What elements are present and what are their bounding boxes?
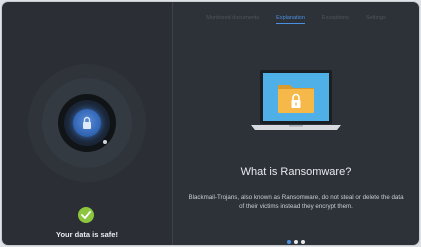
pager-dot-2[interactable]: [294, 240, 298, 244]
content-panel: Monitored documents Explanation Exceptio…: [173, 2, 419, 245]
app-window: Your data is safe! Monitored documents E…: [2, 2, 419, 245]
explanation-body: Blackmail-Trojans, also known as Ransomw…: [188, 194, 404, 210]
indicator-dot: [103, 140, 107, 144]
tab-explanation[interactable]: Explanation: [276, 15, 305, 24]
laptop-folder-lock-icon: [251, 70, 341, 130]
tab-exceptions[interactable]: Exceptions: [322, 15, 349, 24]
tab-settings[interactable]: Settings: [366, 15, 386, 24]
pager-dot-1[interactable]: [287, 240, 291, 244]
status-text: Your data is safe!: [56, 230, 118, 239]
protection-indicator: [28, 64, 146, 182]
explanation-title: What is Ransomware?: [240, 166, 352, 178]
tab-monitored-documents[interactable]: Monitored documents: [206, 15, 259, 24]
pager-dot-3[interactable]: [301, 240, 305, 244]
tab-bar: Monitored documents Explanation Exceptio…: [173, 15, 419, 24]
pager: [173, 240, 419, 244]
check-circle-icon: [78, 207, 94, 223]
status-panel: Your data is safe!: [2, 2, 173, 245]
lock-icon: [83, 116, 91, 129]
